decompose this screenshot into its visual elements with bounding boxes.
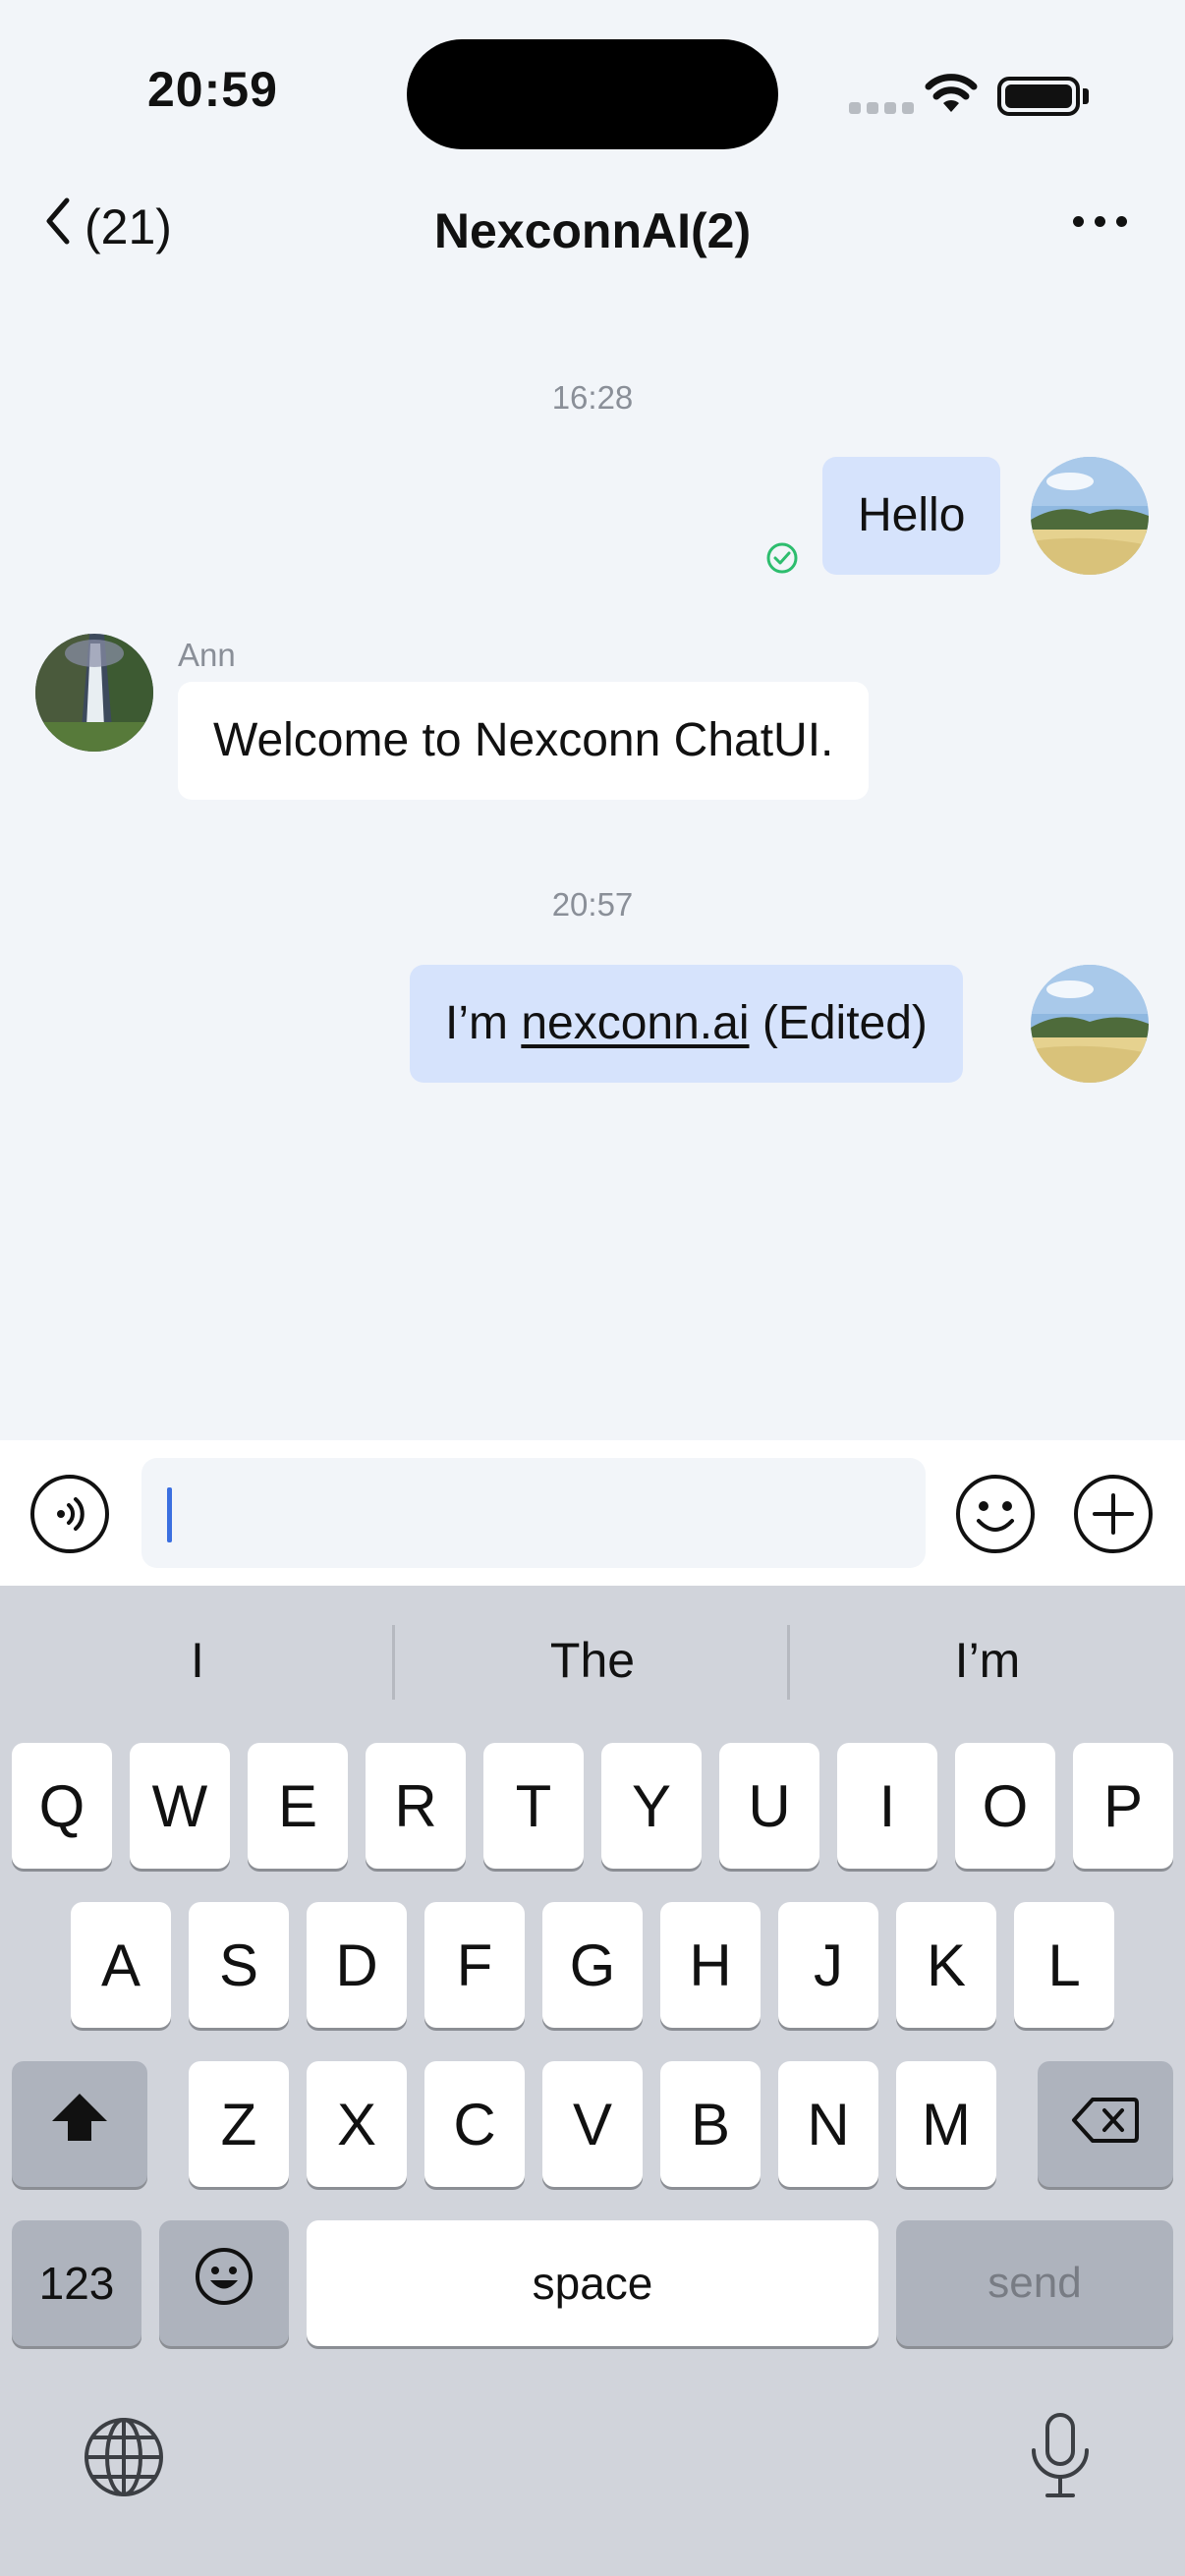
outgoing-message-bubble[interactable]: I’m nexconn.ai (Edited) xyxy=(410,965,963,1083)
key-g[interactable]: G xyxy=(542,1902,643,2028)
key-a[interactable]: A xyxy=(71,1902,171,2028)
ann-avatar[interactable] xyxy=(35,634,153,752)
edited-label: (Edited) xyxy=(749,997,928,1049)
key-m[interactable]: M xyxy=(896,2061,996,2187)
key-l[interactable]: L xyxy=(1014,1902,1114,2028)
wifi-icon xyxy=(924,73,979,121)
message-text-prefix: I’m xyxy=(445,997,522,1049)
status-time: 20:59 xyxy=(147,62,278,117)
key-t[interactable]: T xyxy=(483,1743,584,1869)
message-timestamp: 16:28 xyxy=(551,379,634,416)
suggestion-bar: I The I’m xyxy=(0,1623,1185,1698)
suggestion-divider xyxy=(787,1625,790,1700)
cellular-signal-icon xyxy=(849,102,914,114)
message-timestamp: 20:57 xyxy=(551,886,634,923)
battery-icon xyxy=(997,77,1080,116)
suggestion-item[interactable]: I’m xyxy=(790,1623,1185,1698)
suggestion-item[interactable]: The xyxy=(395,1623,790,1698)
message-text: Welcome to Nexconn ChatUI. xyxy=(213,714,834,766)
dynamic-island xyxy=(407,39,778,149)
key-h[interactable]: H xyxy=(660,1902,761,2028)
space-key[interactable]: space xyxy=(307,2220,878,2346)
key-f[interactable]: F xyxy=(424,1902,525,2028)
globe-icon[interactable] xyxy=(83,2416,165,2503)
emoji-keyboard-key[interactable] xyxy=(159,2220,289,2346)
key-i[interactable]: I xyxy=(837,1743,937,1869)
conversation-title: NexconnAI(2) xyxy=(433,203,752,258)
key-z[interactable]: Z xyxy=(189,2061,289,2187)
key-u[interactable]: U xyxy=(719,1743,819,1869)
key-c[interactable]: C xyxy=(424,2061,525,2187)
backspace-icon xyxy=(1071,2091,1140,2158)
keyboard: I The I’m Q W E R T Y U I O P A S D F G … xyxy=(0,1586,1185,2576)
my-avatar[interactable] xyxy=(1031,965,1149,1083)
key-q[interactable]: Q xyxy=(12,1743,112,1869)
key-k[interactable]: K xyxy=(896,1902,996,2028)
message-text: Hello xyxy=(858,489,966,541)
key-v[interactable]: V xyxy=(542,2061,643,2187)
suggestion-divider xyxy=(392,1625,395,1700)
shift-key[interactable] xyxy=(12,2061,147,2187)
key-y[interactable]: Y xyxy=(601,1743,702,1869)
suggestion-item[interactable]: I xyxy=(0,1623,395,1698)
key-x[interactable]: X xyxy=(307,2061,407,2187)
key-b[interactable]: B xyxy=(660,2061,761,2187)
incoming-message-bubble[interactable]: Welcome to Nexconn ChatUI. xyxy=(178,682,870,800)
key-p[interactable]: P xyxy=(1073,1743,1173,1869)
add-attachment-icon[interactable] xyxy=(1073,1474,1154,1559)
key-o[interactable]: O xyxy=(955,1743,1055,1869)
key-r[interactable]: R xyxy=(366,1743,466,1869)
message-link[interactable]: nexconn.ai xyxy=(521,997,749,1049)
more-options-icon[interactable] xyxy=(1073,216,1127,227)
microphone-icon[interactable] xyxy=(1026,2411,1095,2506)
key-e[interactable]: E xyxy=(248,1743,348,1869)
my-avatar[interactable] xyxy=(1031,457,1149,575)
key-n[interactable]: N xyxy=(778,2061,878,2187)
emoji-keyboard-icon xyxy=(194,2246,254,2321)
shift-icon xyxy=(48,2090,111,2158)
sender-name: Ann xyxy=(178,637,236,673)
key-w[interactable]: W xyxy=(130,1743,230,1869)
key-d[interactable]: D xyxy=(307,1902,407,2028)
send-key[interactable]: send xyxy=(896,2220,1173,2346)
emoji-icon[interactable] xyxy=(955,1474,1036,1559)
message-input[interactable] xyxy=(141,1458,926,1568)
read-check-icon xyxy=(764,540,800,581)
outgoing-message-bubble[interactable]: Hello xyxy=(822,457,1001,575)
voice-input-icon[interactable] xyxy=(29,1474,110,1559)
battery-cap xyxy=(1083,88,1089,104)
text-cursor xyxy=(167,1487,172,1542)
numbers-key[interactable]: 123 xyxy=(12,2220,141,2346)
delete-key[interactable] xyxy=(1038,2061,1173,2187)
message-input-bar xyxy=(0,1440,1185,1586)
key-s[interactable]: S xyxy=(189,1902,289,2028)
key-j[interactable]: J xyxy=(778,1902,878,2028)
